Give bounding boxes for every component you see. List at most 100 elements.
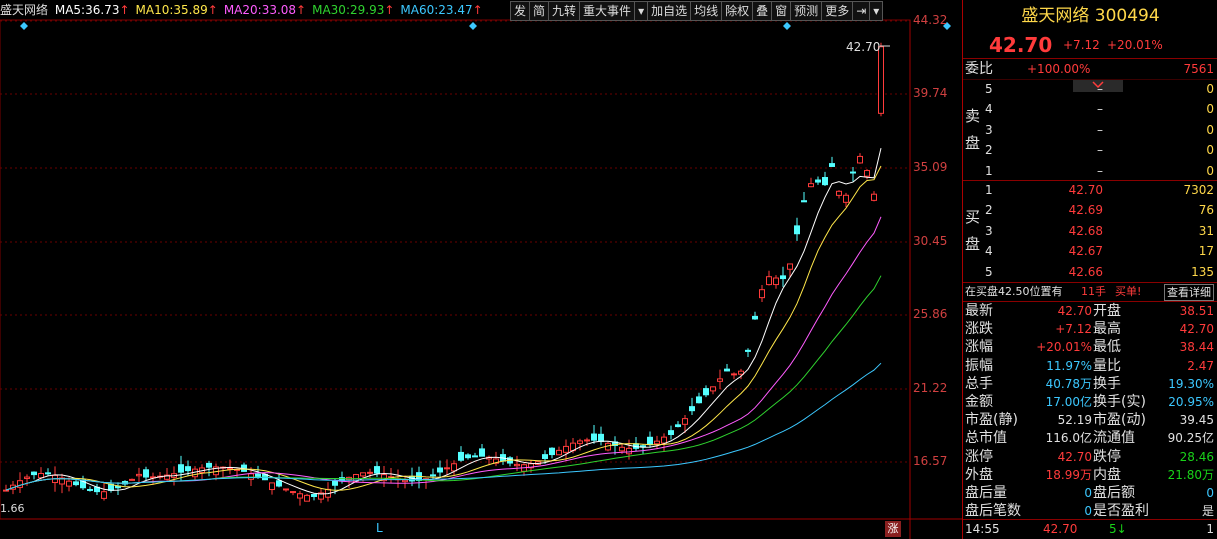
candle-body: [759, 289, 765, 299]
tick-row: 14:55 42.70 5↓ 1: [963, 519, 1217, 539]
kline-chart[interactable]: [0, 0, 962, 539]
candle-body: [129, 478, 135, 481]
toolbar-button-9[interactable]: 窗: [772, 1, 792, 21]
candle-body: [38, 473, 44, 479]
buy-row: 2 42.69 76: [985, 203, 1214, 218]
candle-body: [304, 494, 310, 502]
candle-body: [178, 464, 184, 473]
view-detail-button[interactable]: 查看详细: [1164, 284, 1214, 301]
stat-row: 涨幅 +20.01% 最低 38.44: [965, 339, 1214, 356]
ma-item-4: MA60:23.47↑: [400, 3, 483, 17]
candle-body: [276, 480, 282, 487]
marker-l: L: [376, 521, 383, 535]
candle-body: [283, 488, 289, 491]
toolbar-button-2[interactable]: 九转: [549, 1, 581, 21]
candle-body: [549, 447, 555, 456]
weibi-row: 委比 +100.00% 7561: [963, 59, 1217, 79]
toolbar-button-6[interactable]: 均线: [691, 1, 723, 21]
ma-item-1: MA10:35.89↑: [135, 3, 218, 17]
stat-row: 总市值 116.0亿 流通值 90.25亿: [965, 430, 1214, 447]
ma5-line: [5, 147, 882, 495]
notice-action: 买单!: [1115, 285, 1142, 298]
buy-row: 5 42.66 135: [985, 264, 1214, 279]
price-axis-tick: 25.86: [913, 307, 948, 321]
stat-row: 总手 40.78万 换手 19.30%: [965, 375, 1214, 392]
last-price-label: 42.70: [846, 40, 881, 54]
candle-body: [773, 277, 779, 286]
ma-item-2: MA20:33.08↑: [223, 3, 307, 17]
toolbar-button-8[interactable]: 叠: [753, 1, 773, 21]
candle-body: [430, 474, 436, 477]
sell-row: 1–0: [985, 163, 1214, 178]
event-marker-icon: [469, 22, 477, 30]
quote-pct: +20.01%: [1107, 38, 1163, 52]
candle-body: [297, 493, 303, 499]
quote-change: +7.12: [1063, 38, 1100, 52]
stat-row: 最新 42.70 开盘 38.51: [965, 303, 1214, 319]
weibi-diff: 7561: [1183, 62, 1214, 76]
ma-item-0: MA5:36.73↑: [54, 3, 130, 17]
candle-body: [311, 494, 317, 497]
toolbar-button-3[interactable]: 重大事件: [580, 1, 636, 21]
ma20-line: [5, 216, 882, 491]
candle-body: [843, 194, 849, 203]
candle-body: [206, 462, 212, 468]
toolbar-button-5[interactable]: 加自选: [648, 1, 692, 21]
candle-body: [577, 440, 583, 444]
price-axis-tick: 16.57: [913, 454, 948, 468]
candle-body: [850, 171, 856, 174]
candle-body: [752, 315, 758, 320]
notice-text: 在买盘42.50位置有: [965, 285, 1063, 298]
candle-body: [710, 386, 716, 392]
candle-body: [619, 446, 625, 452]
toolbar-button-10[interactable]: 预测: [791, 1, 823, 21]
candle-body: [591, 433, 597, 441]
kline-chart-area[interactable]: 盛天网络 MA5:36.73↑ MA10:35.89↑ MA20:33.08↑ MA3…: [0, 0, 962, 539]
toolbar-button-1[interactable]: 简: [530, 1, 550, 21]
candle-body: [717, 378, 723, 382]
quote-title: 盛天网络 300494: [963, 5, 1217, 27]
toolbar-button-13[interactable]: ▾: [870, 1, 884, 21]
candle-body: [472, 455, 478, 458]
candle-body: [451, 463, 457, 472]
toolbar-button-11[interactable]: 更多: [822, 1, 854, 21]
event-marker-icon: [20, 22, 28, 30]
quote-stock-name: 盛天网络: [1021, 6, 1090, 26]
candle-body: [696, 396, 702, 404]
chart-toolbar: 发简九转 重大事件 ▾ 加自选 均线 除权叠窗预测 更多 ⇥ ▾: [510, 1, 884, 21]
candle-body: [269, 482, 275, 491]
stat-row: 涨跌 +7.12 最高 42.70: [965, 321, 1214, 338]
tick-count: 1: [1206, 522, 1214, 536]
sell-side-label: 卖盘: [965, 107, 981, 152]
event-marker-icon: [783, 22, 791, 30]
price-axis-tick: 21.22: [913, 381, 948, 395]
candle-body: [822, 177, 828, 186]
candle-body: [689, 406, 695, 412]
sell-row: 4–0: [985, 102, 1214, 117]
toolbar-button-4[interactable]: ▾: [635, 1, 649, 21]
toolbar-button-0[interactable]: 发: [510, 1, 531, 21]
candle-body: [143, 469, 149, 478]
candle-body: [829, 163, 835, 167]
toolbar-button-12[interactable]: ⇥: [853, 1, 871, 21]
weibi-label: 委比: [965, 61, 993, 77]
candle-body: [136, 473, 142, 477]
candle-body: [794, 225, 800, 235]
candle-body: [444, 467, 450, 470]
candle-body: [654, 440, 660, 445]
candle-body: [703, 388, 709, 396]
ma10-line: [5, 165, 882, 491]
quote-panel: 盛天网络 300494 42.70 +7.12 +20.01% 委比 +100.…: [962, 0, 1217, 539]
candle-body: [248, 473, 254, 480]
candle-body: [227, 467, 233, 470]
quote-price-row: 42.70 +7.12 +20.01%: [963, 33, 1217, 57]
sell-row: 5–0: [985, 82, 1214, 96]
candle-body: [101, 491, 107, 499]
candle-body: [367, 471, 373, 474]
stat-row: 金额 17.00亿 换手(实) 20.95%: [965, 394, 1214, 410]
candle-body: [857, 155, 863, 164]
candle-body: [724, 368, 730, 372]
candle-body: [661, 436, 667, 444]
toolbar-button-7[interactable]: 除权: [722, 1, 754, 21]
candle-body: [3, 489, 9, 492]
